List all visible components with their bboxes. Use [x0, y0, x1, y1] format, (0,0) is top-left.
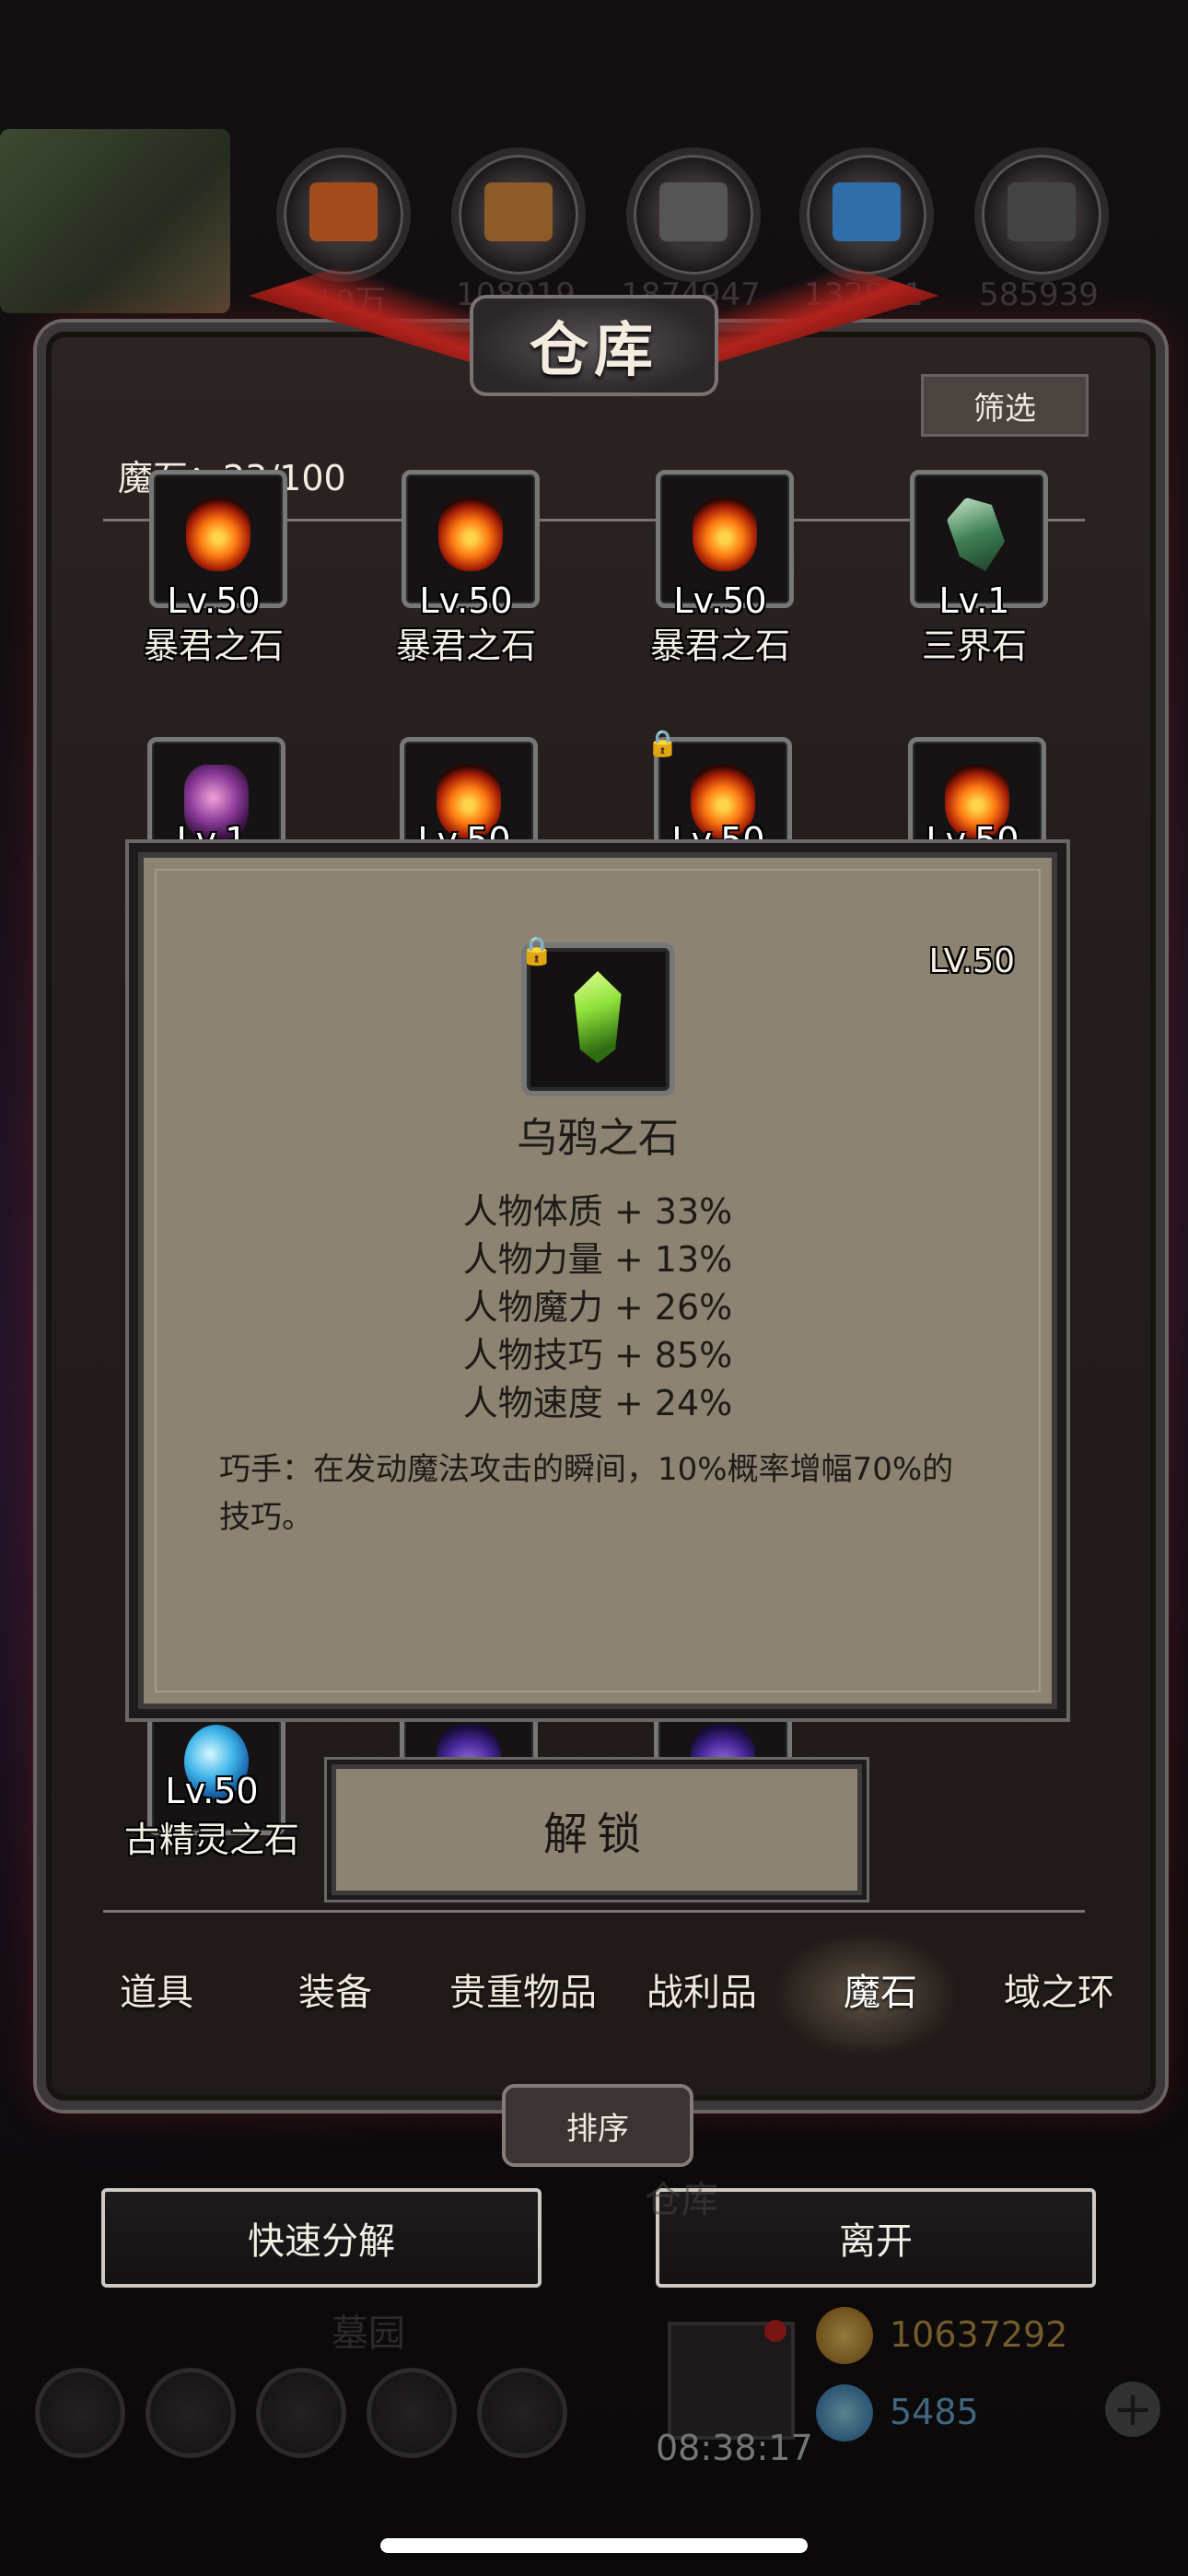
gold-coin-icon — [816, 2307, 873, 2364]
stat-line: 人物魔力 + 26% — [462, 1287, 733, 1328]
shield-icon[interactable] — [477, 2368, 567, 2458]
item-level: Lv.50 — [419, 580, 513, 621]
castle-icon[interactable] — [256, 2368, 346, 2458]
quick-decompose-button[interactable]: 快速分解 — [101, 2188, 542, 2288]
inventory-item[interactable]: Lv.50 — [400, 737, 538, 875]
inventory-item[interactable]: Lv.1 — [147, 737, 285, 875]
fire-stone-icon — [186, 498, 250, 571]
fire-stone-icon — [693, 498, 757, 571]
skill-description: 巧手：在发动魔法攻击的瞬间，10%概率增幅70%的技巧。 — [219, 1451, 954, 1536]
inventory-item[interactable]: Lv.50 — [908, 737, 1046, 875]
stat-line: 人物技巧 + 85% — [462, 1335, 733, 1376]
notification-dot — [764, 2320, 786, 2342]
leave-button[interactable]: 离开 — [656, 2188, 1096, 2288]
lock-icon: 🔒 — [519, 935, 554, 967]
item-name: 三界石 — [921, 626, 1027, 666]
stat-line: 人物体质 + 33% — [462, 1191, 733, 1232]
tab-equipment[interactable]: 装备 — [252, 1962, 418, 2016]
item-level: Lv.50 — [165, 1771, 259, 1811]
star-icon[interactable] — [146, 2368, 236, 2458]
gem-icon — [816, 2384, 873, 2441]
stat-line: 人物速度 + 24% — [462, 1383, 733, 1423]
gear-icon[interactable] — [35, 2368, 125, 2458]
category-tabs: 道具 装备 贵重物品 战利品 魔石 域之环 — [74, 1962, 1114, 2018]
item-name: 暴君之石 — [649, 626, 790, 666]
plus-icon[interactable]: + — [1105, 2382, 1160, 2437]
meat-resource-icon — [276, 147, 411, 282]
tab-valuables[interactable]: 贵重物品 — [422, 1962, 624, 2016]
item-name: 暴君之石 — [395, 626, 536, 666]
warehouse-label: 仓库 — [645, 2179, 718, 2221]
item-name: 暴君之石 — [143, 626, 284, 666]
stone-resource-icon — [626, 147, 761, 282]
home-indicator[interactable] — [380, 2538, 808, 2553]
timer: 08:38:17 — [656, 2428, 813, 2468]
crow-stone-icon — [574, 971, 622, 1063]
background-hud: 墓园 仓库 08:38:17 10637292 5485 + — [0, 2179, 1188, 2469]
wood-resource-icon — [451, 147, 586, 282]
filter-button[interactable]: 筛选 — [921, 374, 1089, 437]
item-name: 乌鸦之石 — [517, 1115, 679, 1162]
sort-button[interactable]: 排序 — [502, 2084, 693, 2167]
page-title: 仓库 — [530, 317, 658, 385]
tab-loot[interactable]: 战利品 — [619, 1962, 785, 2016]
item-level: Lv.50 — [673, 580, 767, 621]
resource-bar: 110万 108919 1874947 132861 585939 — [0, 129, 1188, 322]
gem-counter: 5485 — [816, 2384, 1138, 2443]
tab-domain-rings[interactable]: 域之环 — [976, 1962, 1142, 2016]
gold-value: 10637292 — [890, 2314, 1068, 2355]
resource-value: 585939 — [979, 276, 1099, 313]
stat-line: 人物力量 + 13% — [462, 1239, 733, 1280]
item-detail-popup: 🔒 LV.50 乌鸦之石 人物体质 + 33% 人物力量 + 13% 人物魔力 … — [138, 852, 1057, 1709]
crystal-resource-icon — [799, 147, 934, 282]
divider — [103, 1910, 1085, 1913]
green-crystal-icon — [947, 498, 1005, 571]
mail-icon[interactable] — [367, 2368, 457, 2458]
location-label: 墓园 — [332, 2313, 405, 2355]
item-level: Lv.50 — [167, 580, 261, 621]
tab-magic-stones[interactable]: 魔石 — [798, 1962, 963, 2016]
player-avatar[interactable] — [0, 129, 230, 313]
iron-resource-icon — [974, 147, 1109, 282]
tab-items[interactable]: 道具 — [74, 1962, 239, 2016]
stat-list: 人物体质 + 33% 人物力量 + 13% 人物魔力 + 26% 人物技巧 + … — [144, 1188, 1052, 1427]
item-level: Lv.1 — [938, 580, 1010, 621]
inventory-item[interactable]: 🔒 Lv.50 — [646, 728, 792, 875]
gold-counter: 10637292 — [816, 2307, 1138, 2366]
title-plate: 仓库 — [470, 295, 718, 396]
item-name: 古精灵之石 — [123, 1820, 299, 1860]
gem-value: 5485 — [890, 2392, 979, 2432]
unlock-button[interactable]: 解锁 — [332, 1764, 862, 1895]
fire-stone-icon — [438, 498, 503, 571]
lock-icon: 🔒 — [646, 728, 679, 758]
item-level: LV.50 — [928, 943, 1015, 980]
inventory-item[interactable]: Lv.50 — [147, 1697, 285, 1835]
